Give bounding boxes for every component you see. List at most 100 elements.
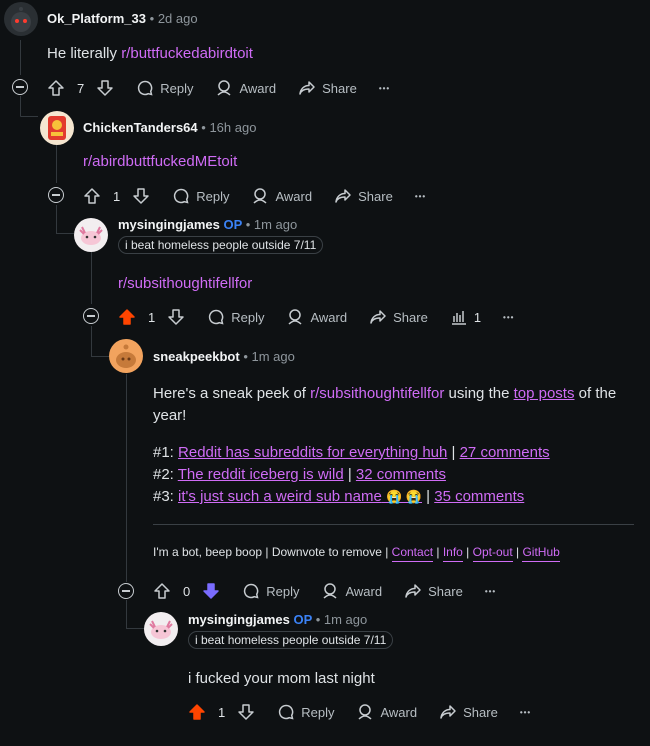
username[interactable]: ChickenTanders64	[83, 120, 198, 135]
snoo-avatar-icon	[116, 344, 136, 368]
comment-author[interactable]: sneakpeekbot • 1m ago	[153, 349, 295, 364]
share-button[interactable]: Share	[404, 582, 463, 600]
reply-bubble-icon	[279, 704, 294, 720]
share-label: Share	[358, 188, 393, 204]
reply-bubble-icon	[174, 188, 189, 204]
downvote-icon[interactable]	[132, 187, 150, 205]
reply-button[interactable]: Reply	[277, 703, 334, 721]
collapse-icon[interactable]	[118, 583, 134, 599]
thread-line	[126, 374, 127, 582]
share-button[interactable]: Share	[369, 308, 428, 326]
reply-button[interactable]: Reply	[207, 308, 264, 326]
post-title-link[interactable]: Reddit has subreddits for everything huh	[178, 444, 447, 461]
more-icon[interactable]: •••	[415, 192, 426, 201]
post-title-link[interactable]: it's just such a weird sub name 😭 😭	[178, 488, 422, 505]
timestamp: 16h ago	[209, 120, 257, 135]
comment-author[interactable]: ChickenTanders64 • 16h ago	[83, 120, 256, 135]
collapse-icon[interactable]	[83, 308, 99, 324]
subreddit-link[interactable]: r/buttfuckedabirdtoit	[121, 45, 253, 62]
separator: |	[447, 444, 460, 461]
more-icon[interactable]: •••	[379, 84, 390, 93]
collapse-icon[interactable]	[48, 187, 64, 203]
comment-author[interactable]: mysingingjames OP • 1m ago	[188, 612, 367, 627]
chicken-avatar-icon	[48, 116, 66, 140]
downvote-icon[interactable]	[167, 308, 185, 326]
post-comments-link[interactable]: 35 comments	[434, 488, 524, 505]
avatar[interactable]	[40, 111, 74, 145]
avatar[interactable]	[144, 612, 178, 646]
username[interactable]: mysingingjames	[118, 217, 220, 232]
opt-out-link[interactable]: Opt-out	[472, 545, 513, 562]
post-number: #1:	[153, 444, 179, 461]
upvote-icon[interactable]	[188, 703, 206, 721]
timestamp: 1m ago	[251, 349, 295, 364]
upvote-icon[interactable]	[83, 187, 101, 205]
timestamp: 1m ago	[253, 217, 298, 232]
award-button[interactable]: Award	[251, 187, 312, 205]
meta-separator: •	[243, 349, 248, 364]
comment-body: i fucked your mom last night	[188, 670, 375, 687]
downvote-icon[interactable]	[237, 703, 255, 721]
username[interactable]: Ok_Platform_33	[47, 11, 146, 26]
share-button[interactable]: Share	[298, 79, 357, 97]
share-label: Share	[428, 583, 463, 599]
share-icon	[370, 310, 386, 324]
thread-line	[56, 145, 57, 183]
comment-author[interactable]: mysingingjames OP • 1m ago	[118, 217, 297, 232]
thread-line-elbow	[56, 233, 74, 234]
reply-button[interactable]: Reply	[172, 187, 229, 205]
username[interactable]: sneakpeekbot	[153, 349, 240, 364]
award-icon	[217, 80, 232, 96]
award-label: Award	[275, 188, 313, 204]
award-button[interactable]: Award	[356, 703, 417, 721]
avatar[interactable]	[109, 339, 143, 373]
upvote-icon[interactable]	[153, 582, 171, 600]
upvote-icon[interactable]	[47, 79, 65, 97]
award-button[interactable]: Award	[321, 582, 382, 600]
github-link[interactable]: GitHub	[522, 545, 560, 562]
reply-button[interactable]: Reply	[136, 79, 193, 97]
award-icon	[288, 309, 303, 325]
more-icon[interactable]: •••	[485, 587, 496, 596]
subreddit-link[interactable]: r/subsithoughtifellfor	[310, 385, 444, 402]
upvote-icon[interactable]	[118, 308, 136, 326]
post-title-link[interactable]: The reddit iceberg is wild	[178, 466, 344, 483]
meta-separator: •	[315, 612, 321, 627]
top-posts-link[interactable]: top posts	[514, 385, 575, 402]
vote-group: 1	[83, 187, 150, 205]
meta-separator: •	[245, 217, 251, 232]
post-comments-link[interactable]: 32 comments	[356, 466, 446, 483]
body-text: using the	[444, 385, 514, 402]
comment-author[interactable]: Ok_Platform_33 • 2d ago	[47, 11, 198, 26]
share-label: Share	[322, 80, 357, 96]
more-icon[interactable]: •••	[520, 708, 531, 717]
insights-icon	[451, 311, 466, 325]
thread-line	[20, 96, 21, 116]
insights-button[interactable]: 1	[450, 308, 481, 326]
downvote-icon[interactable]	[96, 79, 114, 97]
info-link[interactable]: Info	[442, 545, 463, 562]
share-label: Share	[393, 309, 428, 325]
reply-button[interactable]: Reply	[242, 582, 299, 600]
more-icon[interactable]: •••	[503, 313, 514, 322]
post-comments-link[interactable]: 27 comments	[460, 444, 550, 461]
share-button[interactable]: Share	[334, 187, 393, 205]
user-flair: i beat homeless people outside 7/11	[188, 631, 394, 649]
timestamp: 1m ago	[323, 612, 368, 627]
collapse-icon[interactable]	[12, 79, 28, 95]
top-post-item: #1: Reddit has subreddits for everything…	[153, 444, 550, 461]
share-icon	[440, 705, 456, 719]
vote-count: 0	[183, 583, 191, 599]
share-icon	[405, 584, 421, 598]
thread-line-elbow	[91, 356, 109, 357]
share-button[interactable]: Share	[439, 703, 498, 721]
subreddit-link[interactable]: r/subsithoughtifellfor	[118, 275, 252, 292]
contact-link[interactable]: Contact	[391, 545, 434, 562]
downvote-icon[interactable]	[202, 582, 220, 600]
avatar[interactable]	[74, 218, 108, 252]
award-button[interactable]: Award	[215, 79, 276, 97]
avatar[interactable]	[4, 2, 38, 36]
subreddit-link[interactable]: r/abirdbuttfuckedMEtoit	[83, 153, 237, 170]
username[interactable]: mysingingjames	[188, 612, 290, 627]
award-button[interactable]: Award	[286, 308, 347, 326]
